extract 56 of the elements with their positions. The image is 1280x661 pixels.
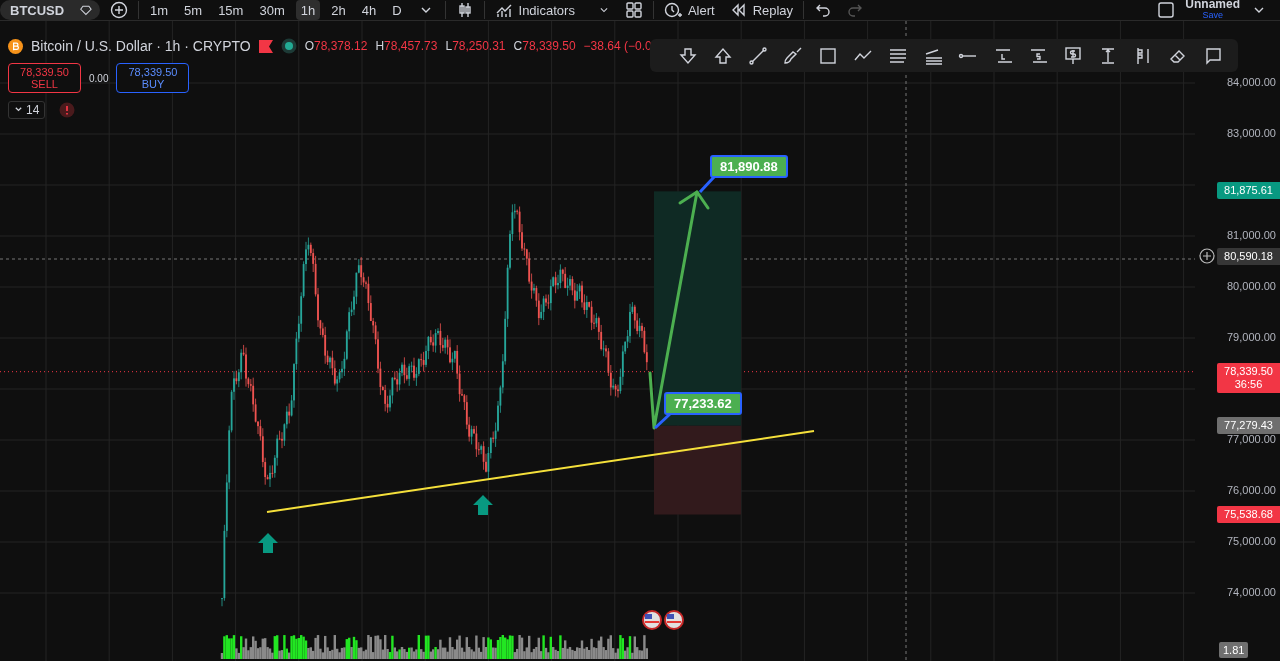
price-tick: 74,000.00 <box>1227 586 1276 598</box>
add-icon <box>110 1 128 19</box>
price-tick: 76,000.00 <box>1227 484 1276 496</box>
interval-tab[interactable]: 15m <box>213 0 249 20</box>
indicators-toggle[interactable]: 14 <box>8 101 46 119</box>
price-label: 77,279.43 <box>1217 416 1280 434</box>
spread-value: 0.00 <box>89 72 109 84</box>
save-link[interactable]: Save <box>1202 10 1223 21</box>
up-arrow-icon <box>473 495 493 515</box>
replay-button[interactable]: Replay <box>724 0 798 20</box>
interval-tab[interactable]: D <box>387 0 407 20</box>
ohlc-value: L78,250.31 <box>445 39 506 53</box>
indicators-button[interactable]: Indicators <box>490 0 615 20</box>
price-tick: 75,000.00 <box>1227 535 1276 547</box>
leader-line <box>653 412 672 430</box>
add-icon[interactable] <box>1198 246 1216 265</box>
flag-icon[interactable] <box>642 610 662 630</box>
price-tick: 80,000.00 <box>1227 280 1276 292</box>
buy-button[interactable]: 78,339.50 BUY <box>116 63 190 93</box>
layout-name[interactable]: Unnamed <box>1185 0 1240 10</box>
error-icon[interactable] <box>59 102 76 118</box>
bitcoin-icon <box>8 38 23 54</box>
interval-tab[interactable]: 5m <box>179 0 208 20</box>
square-icon <box>1157 1 1176 19</box>
interval-tab[interactable]: 1m <box>145 0 174 20</box>
sell-button[interactable]: 78,339.50 SELL <box>8 63 81 93</box>
volume-label: 1.81 <box>1219 642 1249 658</box>
alert-button[interactable]: Alert <box>659 0 719 20</box>
interval-tab[interactable]: 4h <box>356 0 382 20</box>
price-label: 78,339.50 36:56 <box>1217 362 1280 393</box>
up-arrow-icon <box>258 533 278 553</box>
grid-icon <box>624 1 643 19</box>
price-label: 80,590.18 <box>1217 247 1280 265</box>
ohlc-value: O78,378.12 <box>304 39 368 53</box>
flag-icon[interactable] <box>664 610 684 630</box>
price-label: 75,538.68 <box>1217 505 1280 523</box>
status-dot-icon <box>280 38 297 54</box>
price-tick: 77,000.00 <box>1227 433 1276 445</box>
ohlc-value: C78,339.50 <box>513 39 576 53</box>
ohlc-value: H78,457.73 <box>375 39 438 53</box>
price-label: 81,875.61 <box>1217 182 1280 200</box>
price-tick: 84,000.00 <box>1227 76 1276 88</box>
loss-zone[interactable] <box>654 425 741 515</box>
interval-tab[interactable]: 1h <box>295 0 321 20</box>
diamond-icon <box>80 3 92 17</box>
interval-tab[interactable]: 2h <box>326 0 351 20</box>
chevron-down-icon <box>14 105 23 114</box>
symbol-title: Bitcoin / U.S. Dollar · 1h · CRYPTO <box>31 38 251 54</box>
price-tick: 81,000.00 <box>1227 229 1276 241</box>
price-tick: 79,000.00 <box>1227 331 1276 343</box>
alarm-clock-icon <box>663 1 682 19</box>
price-tick: 83,000.00 <box>1227 127 1276 139</box>
leader-line <box>698 175 716 194</box>
interval-tab[interactable]: 30m <box>254 0 290 20</box>
trend-line[interactable] <box>266 430 815 513</box>
symbol-search[interactable]: BTCUSD <box>0 0 100 20</box>
